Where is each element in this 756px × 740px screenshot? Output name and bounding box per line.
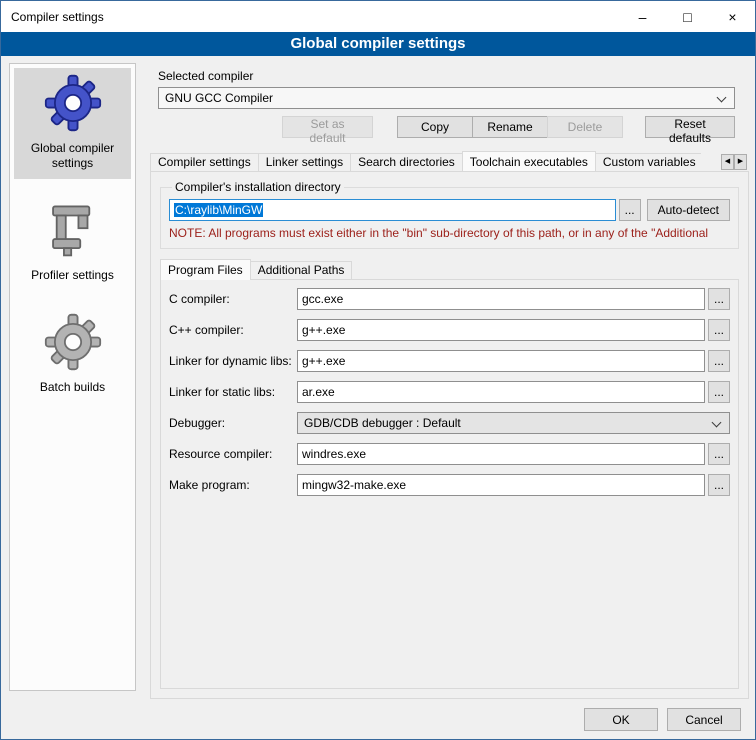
- debugger-select[interactable]: GDB/CDB debugger : Default: [297, 412, 730, 434]
- make-program-value: mingw32-make.exe: [302, 478, 406, 492]
- toolchain-executables-page: Compiler's installation directory C:\ray…: [150, 171, 749, 699]
- debugger-value: GDB/CDB debugger : Default: [304, 416, 461, 430]
- linker-dynamic-value: g++.exe: [302, 354, 345, 368]
- c-compiler-value: gcc.exe: [302, 292, 343, 306]
- installation-directory-row: C:\raylib\MinGW ... Auto-detect: [169, 199, 730, 221]
- linker-static-browse-button[interactable]: ...: [708, 381, 730, 403]
- form-row-resource-compiler: Resource compiler: windres.exe ...: [169, 443, 730, 465]
- selected-compiler-value: GNU GCC Compiler: [165, 91, 273, 105]
- dialog-footer: OK Cancel: [575, 708, 741, 731]
- form-row-make-program: Make program: mingw32-make.exe ...: [169, 474, 730, 496]
- settings-category-sidebar: Global compiler settings Profiler settin…: [9, 63, 136, 691]
- tab-search-directories[interactable]: Search directories: [350, 153, 463, 171]
- selected-compiler-select[interactable]: GNU GCC Compiler: [158, 87, 735, 109]
- chevron-down-icon: [717, 93, 727, 103]
- tabs-clip: Compiler settings Linker settings Search…: [150, 151, 701, 171]
- selected-compiler-label: Selected compiler: [158, 69, 749, 83]
- main-panel: Selected compiler GNU GCC Compiler Set a…: [150, 63, 749, 699]
- settings-tabstrip: Compiler settings Linker settings Search…: [150, 151, 749, 171]
- tab-linker-settings[interactable]: Linker settings: [258, 153, 351, 171]
- compiler-actions: Set as default Copy Rename Delete Reset …: [158, 116, 735, 138]
- cpp-compiler-input[interactable]: g++.exe: [297, 319, 705, 341]
- install-dir-input[interactable]: C:\raylib\MinGW: [169, 199, 616, 221]
- field-label: Make program:: [169, 478, 297, 492]
- sidebar-item-global-compiler-settings[interactable]: Global compiler settings: [14, 68, 131, 179]
- form-row-linker-dynamic: Linker for dynamic libs: g++.exe ...: [169, 350, 730, 372]
- cancel-button[interactable]: Cancel: [667, 708, 741, 731]
- tab-custom-variables[interactable]: Custom variables: [595, 153, 701, 171]
- reset-defaults-button[interactable]: Reset defaults: [645, 116, 735, 138]
- linker-dynamic-input[interactable]: g++.exe: [297, 350, 705, 372]
- form-row-c-compiler: C compiler: gcc.exe ...: [169, 288, 730, 310]
- install-dir-selected-text: C:\raylib\MinGW: [174, 203, 263, 217]
- resource-compiler-input[interactable]: windres.exe: [297, 443, 705, 465]
- close-button[interactable]: ×: [710, 1, 755, 32]
- subtab-program-files[interactable]: Program Files: [160, 259, 251, 280]
- form-row-debugger: Debugger: GDB/CDB debugger : Default: [169, 412, 730, 434]
- make-program-browse-button[interactable]: ...: [708, 474, 730, 496]
- gear-gray-icon: [44, 313, 102, 371]
- page-title: Global compiler settings: [1, 32, 755, 56]
- maximize-button[interactable]: □: [665, 1, 710, 32]
- set-as-default-button[interactable]: Set as default: [282, 116, 373, 138]
- gear-blue-icon: [44, 74, 102, 132]
- field-label: Linker for dynamic libs:: [169, 354, 297, 368]
- compiler-settings-dialog: Compiler settings – □ × Global compiler …: [0, 0, 756, 740]
- tab-compiler-settings[interactable]: Compiler settings: [150, 153, 259, 171]
- resource-compiler-browse-button[interactable]: ...: [708, 443, 730, 465]
- subtab-additional-paths[interactable]: Additional Paths: [250, 261, 353, 279]
- program-files-page: C compiler: gcc.exe ... C++ compiler: g+…: [160, 279, 739, 689]
- c-compiler-browse-button[interactable]: ...: [708, 288, 730, 310]
- minimize-button[interactable]: –: [620, 1, 665, 32]
- form-row-linker-static: Linker for static libs: ar.exe ...: [169, 381, 730, 403]
- sidebar-item-batch-builds[interactable]: Batch builds: [14, 307, 131, 403]
- auto-detect-button[interactable]: Auto-detect: [647, 199, 730, 221]
- field-label: Linker for static libs:: [169, 385, 297, 399]
- c-compiler-input[interactable]: gcc.exe: [297, 288, 705, 310]
- chevron-down-icon: [712, 418, 722, 428]
- linker-static-value: ar.exe: [302, 385, 335, 399]
- tab-toolchain-executables[interactable]: Toolchain executables: [462, 151, 596, 171]
- sidebar-item-label: Profiler settings: [31, 268, 114, 283]
- tab-scroll-right-icon[interactable]: ▶: [734, 154, 747, 170]
- program-files-tabstrip: Program Files Additional Paths: [160, 259, 739, 279]
- sidebar-item-profiler-settings[interactable]: Profiler settings: [14, 195, 131, 291]
- installation-directory-group: Compiler's installation directory C:\ray…: [160, 180, 739, 249]
- rename-button[interactable]: Rename: [472, 116, 548, 138]
- bin-subdirectory-note: NOTE: All programs must exist either in …: [169, 226, 730, 240]
- sidebar-item-label: Batch builds: [40, 380, 105, 395]
- install-dir-browse-button[interactable]: ...: [619, 199, 641, 221]
- linker-dynamic-browse-button[interactable]: ...: [708, 350, 730, 372]
- form-row-cpp-compiler: C++ compiler: g++.exe ...: [169, 319, 730, 341]
- field-label: Resource compiler:: [169, 447, 297, 461]
- ok-button[interactable]: OK: [584, 708, 658, 731]
- delete-button[interactable]: Delete: [547, 116, 623, 138]
- copy-button[interactable]: Copy: [397, 116, 473, 138]
- window-controls: – □ ×: [620, 1, 755, 32]
- sidebar-item-label: Global compiler settings: [17, 141, 128, 171]
- field-label: Debugger:: [169, 416, 297, 430]
- installation-directory-legend: Compiler's installation directory: [172, 180, 344, 194]
- field-label: C compiler:: [169, 292, 297, 306]
- cpp-compiler-value: g++.exe: [302, 323, 345, 337]
- window-title: Compiler settings: [1, 10, 620, 24]
- tab-scroll-left-icon[interactable]: ◀: [721, 154, 734, 170]
- field-label: C++ compiler:: [169, 323, 297, 337]
- resource-compiler-value: windres.exe: [302, 447, 366, 461]
- linker-static-input[interactable]: ar.exe: [297, 381, 705, 403]
- make-program-input[interactable]: mingw32-make.exe: [297, 474, 705, 496]
- titlebar: Compiler settings – □ ×: [1, 1, 755, 32]
- cpp-compiler-browse-button[interactable]: ...: [708, 319, 730, 341]
- clamp-tool-icon: [44, 201, 102, 259]
- tab-scroll-controls: ◀ ▶: [721, 154, 747, 170]
